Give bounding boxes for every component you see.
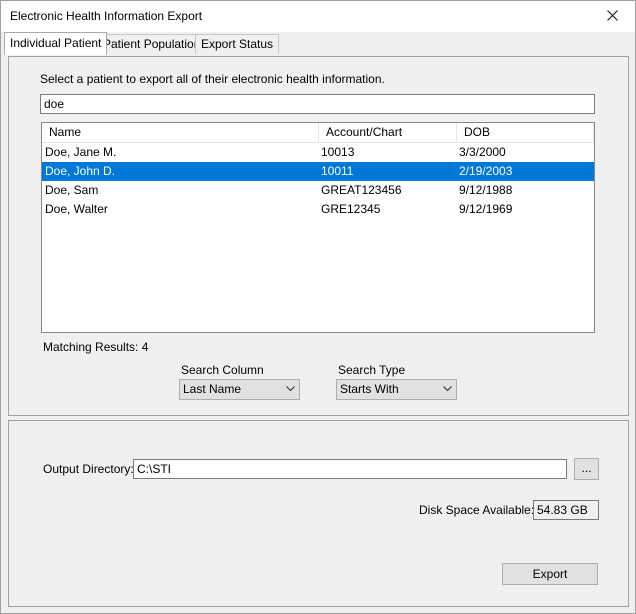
cell-dob: 3/3/2000 bbox=[459, 145, 506, 159]
table-row[interactable]: Doe, John D. 10011 2/19/2003 bbox=[42, 162, 594, 181]
window-title: Electronic Health Information Export bbox=[10, 9, 203, 23]
search-column-label: Search Column bbox=[181, 363, 264, 377]
patient-search-input[interactable]: doe bbox=[40, 94, 595, 114]
cell-name: Doe, John D. bbox=[45, 164, 116, 178]
tab-export-status[interactable]: Export Status bbox=[195, 34, 280, 54]
table-row[interactable]: Doe, Walter GRE12345 9/12/1969 bbox=[42, 200, 594, 219]
browse-button[interactable]: ... bbox=[574, 458, 599, 480]
cell-dob: 9/12/1969 bbox=[459, 202, 513, 216]
title-bar: Electronic Health Information Export bbox=[1, 1, 635, 32]
column-header-account[interactable]: Account/Chart bbox=[319, 123, 457, 142]
tab-patient-population[interactable]: Patient Population bbox=[97, 34, 207, 54]
export-button[interactable]: Export bbox=[502, 563, 598, 585]
table-row[interactable]: Doe, Jane M. 10013 3/3/2000 bbox=[42, 143, 594, 162]
patient-list[interactable]: Name Account/Chart DOB Doe, Jane M. 10013… bbox=[41, 122, 595, 333]
cell-account: GREAT123456 bbox=[321, 183, 402, 197]
cell-account: 10013 bbox=[321, 145, 355, 159]
search-type-label: Search Type bbox=[338, 363, 406, 377]
search-column-select[interactable]: Last Name bbox=[179, 379, 300, 400]
cell-name: Doe, Jane M. bbox=[45, 145, 117, 159]
chevron-down-icon bbox=[443, 386, 452, 392]
matching-results: Matching Results: 4 bbox=[43, 340, 149, 354]
close-button[interactable] bbox=[589, 1, 635, 32]
cell-name: Doe, Sam bbox=[45, 183, 99, 197]
column-header-name[interactable]: Name bbox=[42, 123, 319, 142]
table-row[interactable]: Doe, Sam GREAT123456 9/12/1988 bbox=[42, 181, 594, 200]
tab-individual-patient[interactable]: Individual Patient bbox=[4, 32, 108, 55]
cell-account: 10011 bbox=[321, 164, 354, 178]
cell-account: GRE12345 bbox=[321, 202, 381, 216]
chevron-down-icon bbox=[286, 386, 295, 392]
disk-space-value: 54.83 GB bbox=[533, 500, 599, 520]
cell-dob: 9/12/1988 bbox=[459, 183, 513, 197]
export-window: Electronic Health Information Export Ind… bbox=[0, 0, 636, 614]
close-icon bbox=[606, 10, 618, 21]
instruction-text: Select a patient to export all of their … bbox=[40, 72, 385, 86]
cell-name: Doe, Walter bbox=[45, 202, 108, 216]
disk-space-label: Disk Space Available: bbox=[419, 503, 535, 517]
cell-dob: 2/19/2003 bbox=[459, 164, 513, 178]
search-type-select[interactable]: Starts With bbox=[336, 379, 457, 400]
patient-list-header: Name Account/Chart DOB bbox=[42, 123, 594, 143]
output-directory-input[interactable]: C:\STI bbox=[133, 459, 567, 479]
column-header-dob[interactable]: DOB bbox=[457, 123, 594, 142]
output-directory-label: Output Directory: bbox=[43, 462, 134, 476]
